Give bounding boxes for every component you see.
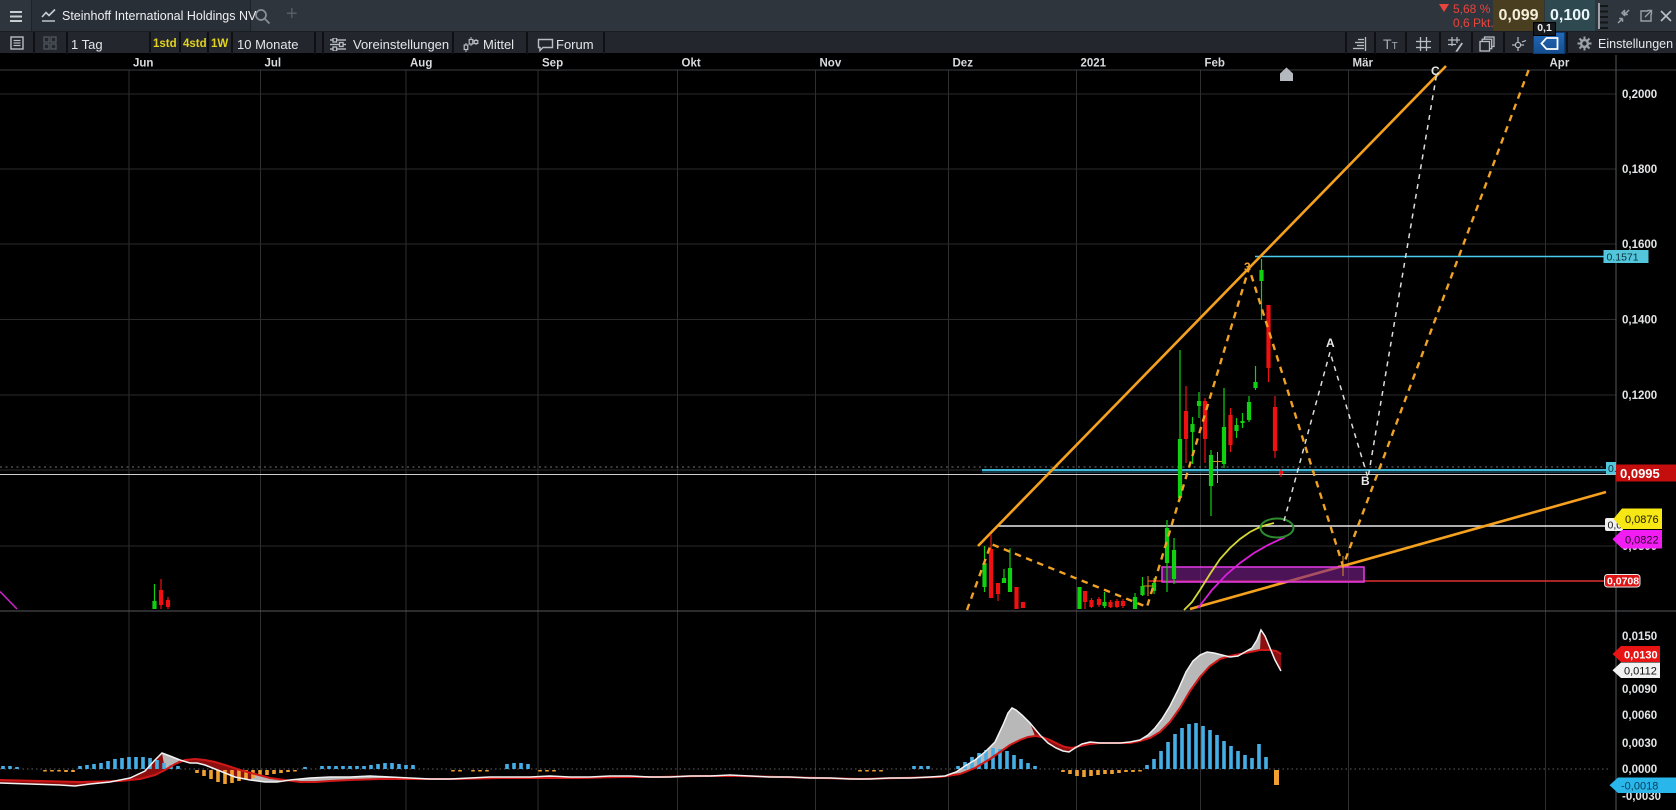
svg-text:0,0822: 0,0822 [1625,535,1659,547]
svg-text:Feb: Feb [1205,58,1225,70]
svg-text:0.1571: 0.1571 [1607,252,1639,264]
svg-text:0,0112: 0,0112 [1624,666,1657,678]
svg-text:0,1600: 0,1600 [1622,239,1657,251]
svg-text:Okt: Okt [682,58,701,70]
svg-text:C: C [1431,64,1440,78]
svg-text:0,0090: 0,0090 [1622,684,1657,696]
svg-text:Sep: Sep [542,58,563,70]
svg-text:0,2000: 0,2000 [1622,89,1657,101]
svg-text:Nov: Nov [820,58,842,70]
svg-text:0,0150: 0,0150 [1622,631,1657,643]
svg-text:0,0708: 0,0708 [1607,576,1639,588]
svg-text:3: 3 [1244,260,1251,274]
svg-text:0,0000: 0,0000 [1622,764,1657,776]
svg-text:Dez: Dez [953,58,974,70]
svg-text:0,1200: 0,1200 [1622,390,1657,402]
svg-text:Jun: Jun [133,58,153,70]
svg-text:0,0130: 0,0130 [1624,650,1658,662]
svg-text:0.: 0. [1608,463,1617,475]
svg-text:Jul: Jul [265,58,282,70]
svg-text:Aug: Aug [410,58,432,70]
svg-text:0,0876: 0,0876 [1625,514,1659,526]
svg-text:0,0995: 0,0995 [1620,466,1660,481]
svg-text:Mär: Mär [1353,58,1374,70]
svg-text:2021: 2021 [1081,58,1107,70]
svg-text:0,0030: 0,0030 [1622,738,1657,750]
svg-text:0,1400: 0,1400 [1622,315,1657,327]
svg-text:B: B [1361,474,1370,488]
svg-text:0,1800: 0,1800 [1622,164,1657,176]
svg-text:A: A [1326,336,1335,350]
svg-text:0,0060: 0,0060 [1622,710,1657,722]
svg-text:Apr: Apr [1550,58,1570,70]
svg-text:-0,0018: -0,0018 [1621,781,1658,793]
